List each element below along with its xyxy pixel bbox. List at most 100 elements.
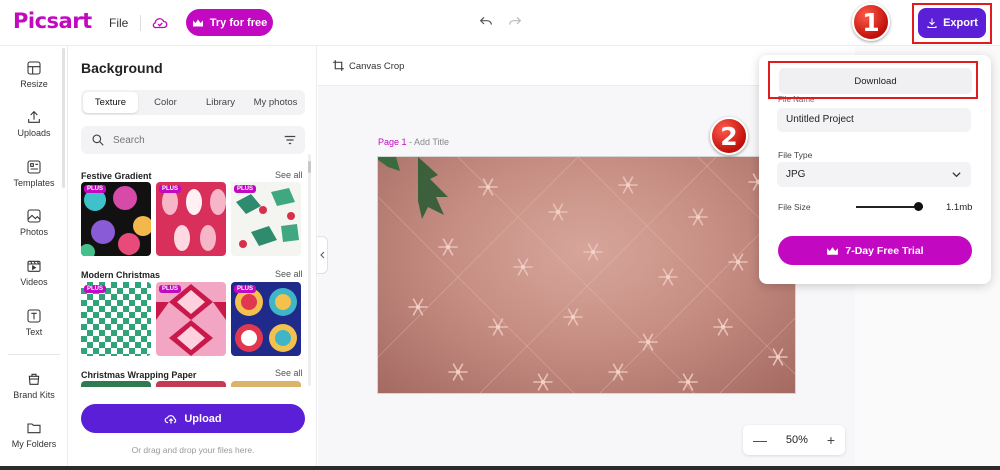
templates-icon bbox=[27, 160, 41, 174]
redo-icon[interactable] bbox=[507, 14, 523, 30]
section-title-festive-gradient: Festive Gradient bbox=[81, 171, 152, 181]
try-for-free-button[interactable]: Try for free bbox=[186, 9, 273, 36]
rail-item-label: Brand Kits bbox=[13, 390, 55, 400]
canvas-image[interactable] bbox=[377, 156, 796, 394]
ornament-pattern-image bbox=[81, 186, 151, 256]
rail-item-videos[interactable]: Videos bbox=[0, 258, 68, 287]
ornament-pattern-image bbox=[162, 189, 226, 251]
rail-item-uploads[interactable]: Uploads bbox=[0, 109, 68, 138]
filter-icon[interactable] bbox=[283, 133, 297, 147]
snowflake-background-image bbox=[378, 157, 795, 393]
texture-thumbnail[interactable]: PLUS bbox=[156, 282, 226, 356]
left-rail: Resize Uploads Templates Photos Videos T… bbox=[0, 46, 68, 470]
rail-divider bbox=[8, 354, 60, 355]
rail-item-label: Photos bbox=[19, 227, 49, 237]
pinwheel-pattern-image bbox=[235, 288, 297, 352]
texture-thumbnail[interactable]: PLUS bbox=[81, 182, 151, 256]
plus-badge: PLUS bbox=[84, 285, 107, 293]
rail-item-my-folders[interactable]: My Folders bbox=[0, 420, 68, 449]
page-title[interactable]: Page 1 - Add Title bbox=[378, 137, 449, 147]
file-size-slider-handle[interactable] bbox=[913, 202, 923, 211]
canvas-crop-button[interactable]: Canvas Crop bbox=[349, 61, 404, 72]
tab-texture[interactable]: Texture bbox=[83, 92, 138, 113]
upload-icon bbox=[28, 110, 40, 123]
texture-thumbnail[interactable]: PLUS bbox=[231, 182, 301, 256]
rail-item-label: My Folders bbox=[11, 439, 57, 449]
text-icon bbox=[27, 309, 41, 323]
panel-scrollbar-track[interactable] bbox=[308, 154, 311, 386]
crop-icon[interactable] bbox=[332, 59, 345, 72]
plus-badge: PLUS bbox=[234, 185, 257, 193]
background-tabs: Texture Color Library My photos bbox=[81, 90, 305, 115]
file-type-label: File Type bbox=[778, 150, 813, 160]
see-all-christmas-wrapping-paper[interactable]: See all bbox=[275, 368, 303, 378]
search-icon bbox=[92, 134, 104, 146]
rail-item-label: Videos bbox=[20, 277, 48, 287]
rail-item-label: Templates bbox=[13, 178, 55, 188]
file-size-slider-track[interactable] bbox=[856, 206, 923, 208]
panel-title: Background bbox=[81, 60, 163, 76]
thumbs-festive-gradient: PLUS PLUS PLUS bbox=[81, 182, 301, 256]
rail-item-label: Text bbox=[25, 327, 43, 337]
zoom-control: — 50% + bbox=[743, 425, 845, 455]
step-marker-2: 2 bbox=[710, 117, 748, 155]
step-marker-1: 1 bbox=[852, 3, 890, 41]
holly-pattern-image bbox=[236, 188, 299, 248]
background-panel: Background Texture Color Library My phot… bbox=[68, 46, 317, 470]
download-highlight-box bbox=[768, 61, 978, 99]
rail-item-brand-kits[interactable]: Brand Kits bbox=[0, 371, 68, 400]
file-name-field[interactable]: Untitled Project bbox=[777, 108, 971, 132]
free-trial-label: 7-Day Free Trial bbox=[845, 244, 924, 257]
texture-thumbnail[interactable]: PLUS bbox=[231, 282, 301, 356]
see-all-festive-gradient[interactable]: See all bbox=[275, 170, 303, 180]
plus-badge: PLUS bbox=[234, 285, 257, 293]
texture-thumbnail[interactable] bbox=[81, 381, 151, 387]
file-menu[interactable]: File bbox=[109, 16, 128, 30]
rail-item-label: Uploads bbox=[17, 128, 51, 138]
zoom-in-button[interactable]: + bbox=[827, 432, 835, 448]
search-box bbox=[81, 126, 305, 154]
folder-icon bbox=[27, 423, 41, 434]
tab-color[interactable]: Color bbox=[138, 92, 193, 113]
texture-thumbnail[interactable] bbox=[156, 381, 226, 387]
texture-thumbnail[interactable] bbox=[231, 381, 301, 387]
try-for-free-label: Try for free bbox=[209, 16, 268, 29]
free-trial-button[interactable]: 7-Day Free Trial bbox=[778, 236, 972, 265]
plus-badge: PLUS bbox=[84, 185, 107, 193]
export-highlight-box bbox=[912, 3, 992, 44]
section-title-christmas-wrapping-paper: Christmas Wrapping Paper bbox=[81, 370, 197, 380]
thumbs-modern-christmas: PLUS PLUS PLUS bbox=[81, 282, 301, 356]
drag-drop-hint: Or drag and drop your files here. bbox=[131, 445, 255, 455]
undo-icon[interactable] bbox=[478, 14, 494, 30]
resize-icon bbox=[27, 61, 41, 75]
upload-label: Upload bbox=[184, 412, 222, 425]
diamond-pattern-image bbox=[156, 284, 226, 356]
file-type-select[interactable]: JPG bbox=[777, 162, 971, 187]
rail-item-resize[interactable]: Resize bbox=[0, 60, 68, 89]
chevron-down-icon bbox=[952, 172, 961, 178]
tab-library[interactable]: Library bbox=[193, 92, 248, 113]
zoom-out-button[interactable]: — bbox=[753, 432, 767, 448]
upload-button[interactable]: Upload bbox=[81, 404, 305, 433]
brand-kit-icon bbox=[28, 373, 40, 385]
rail-item-text[interactable]: Text bbox=[0, 308, 68, 337]
cloud-sync-icon[interactable] bbox=[151, 14, 169, 32]
thumbs-christmas-wrapping-paper bbox=[81, 381, 301, 387]
top-bar: Picsart File Try for free Export bbox=[0, 0, 1000, 46]
texture-thumbnail[interactable]: PLUS bbox=[81, 282, 151, 356]
see-all-modern-christmas[interactable]: See all bbox=[275, 269, 303, 279]
collapse-panel-button[interactable] bbox=[317, 236, 328, 274]
texture-thumbnail[interactable]: PLUS bbox=[156, 182, 226, 256]
crown-icon bbox=[827, 246, 839, 255]
search-input[interactable] bbox=[113, 126, 263, 154]
rail-item-templates[interactable]: Templates bbox=[0, 159, 68, 188]
add-title-placeholder: - Add Title bbox=[406, 137, 450, 147]
photos-icon bbox=[27, 209, 41, 223]
rail-item-photos[interactable]: Photos bbox=[0, 208, 68, 237]
tab-my-photos[interactable]: My photos bbox=[248, 92, 303, 113]
bottom-edge-bar bbox=[0, 466, 1000, 470]
cloud-upload-icon bbox=[164, 414, 177, 424]
panel-scrollbar-thumb[interactable] bbox=[308, 161, 311, 173]
picsart-logo[interactable]: Picsart bbox=[13, 9, 92, 33]
zoom-level[interactable]: 50% bbox=[786, 434, 808, 446]
